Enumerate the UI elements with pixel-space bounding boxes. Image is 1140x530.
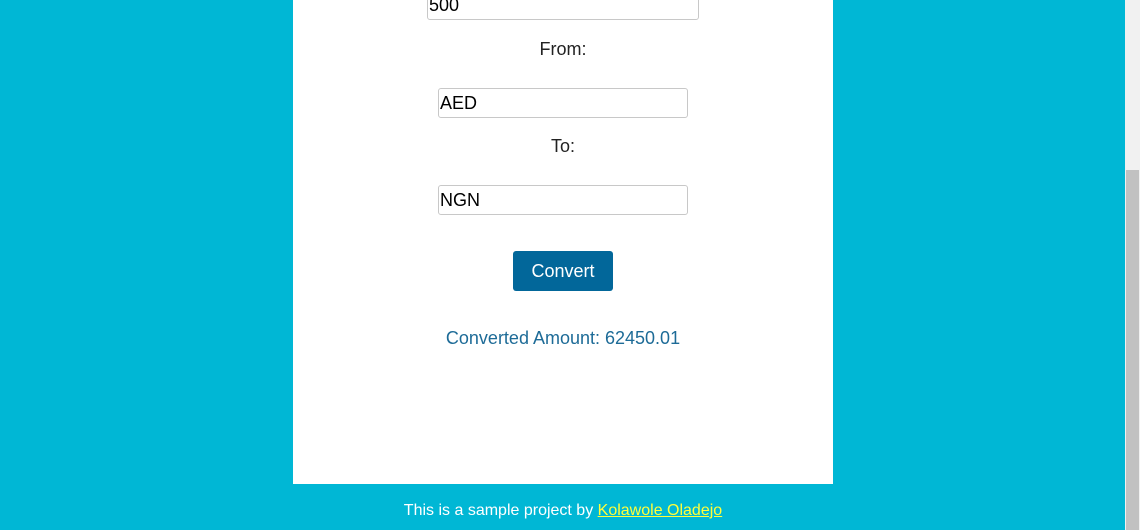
author-link[interactable]: Kolawole Oladejo — [598, 502, 723, 519]
to-label: To: — [550, 136, 575, 156]
amount-input[interactable] — [427, 0, 699, 20]
footer-text: This is a sample project by — [403, 502, 598, 519]
convert-button[interactable]: Convert — [513, 251, 613, 291]
page: From: To: Convert Converted Amount: 6245… — [0, 0, 1140, 530]
from-currency-input[interactable] — [438, 88, 688, 118]
converter-card: From: To: Convert Converted Amount: 6245… — [293, 0, 833, 484]
converted-amount-text: Converted Amount: 62450.01 — [445, 328, 681, 348]
vertical-scrollbar[interactable] — [1125, 0, 1140, 530]
footer: This is a sample project by Kolawole Ola… — [293, 502, 833, 520]
to-currency-input[interactable] — [438, 185, 688, 215]
from-label: From: — [539, 39, 587, 59]
scrollbar-thumb[interactable] — [1126, 170, 1139, 530]
